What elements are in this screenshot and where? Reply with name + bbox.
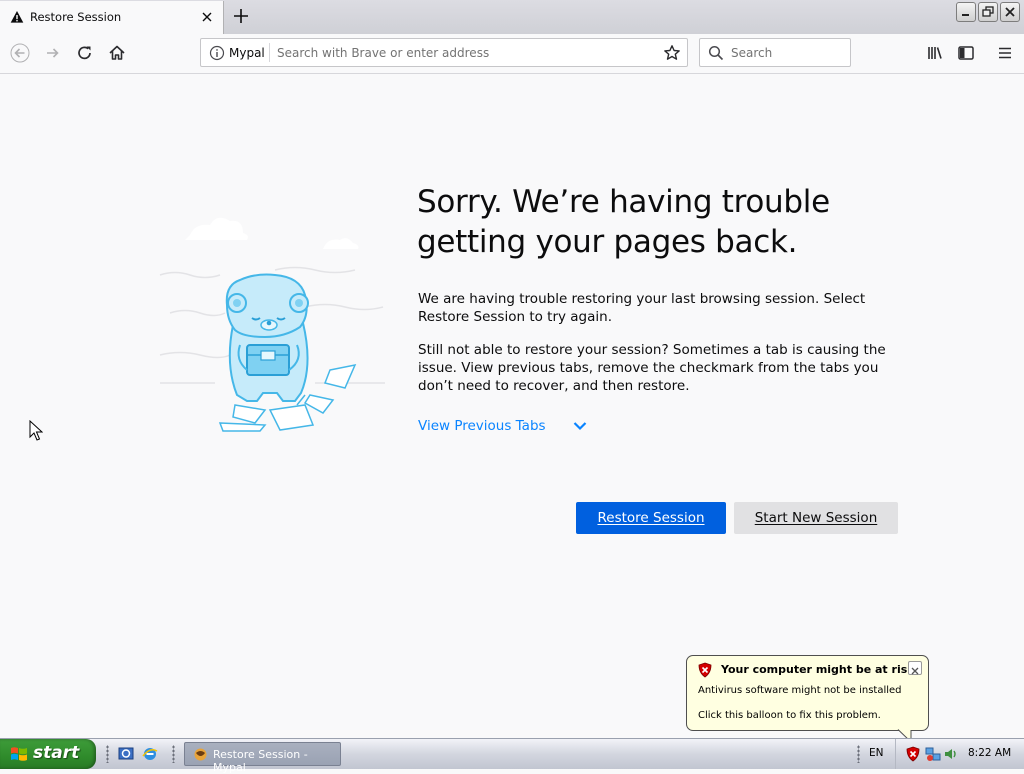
search-input[interactable] bbox=[731, 44, 841, 61]
sidebar-icon[interactable] bbox=[956, 43, 976, 63]
url-bar-divider bbox=[269, 43, 270, 62]
menu-icon[interactable] bbox=[995, 43, 1015, 63]
chevron-down-icon bbox=[573, 422, 586, 431]
balloon-close-button[interactable] bbox=[908, 661, 922, 675]
system-clock[interactable]: 8:22 AM bbox=[968, 747, 1011, 759]
quick-launch-grip[interactable] bbox=[106, 745, 109, 763]
balloon-title: Your computer might be at risk bbox=[721, 663, 915, 676]
taskbar-window-label: Restore Session - Mypal bbox=[213, 748, 308, 774]
tray-grip bbox=[857, 745, 860, 763]
page-title: Sorry. We’re having trouble getting your… bbox=[417, 182, 907, 262]
tab-restore-session[interactable]: Restore Session bbox=[0, 1, 224, 34]
bear-illustration bbox=[159, 217, 385, 432]
ie-icon[interactable] bbox=[141, 745, 159, 763]
close-icon[interactable] bbox=[199, 9, 215, 25]
restore-window-icon bbox=[982, 6, 994, 17]
start-new-session-label: Start New Session bbox=[754, 510, 878, 526]
show-desktop-icon[interactable] bbox=[117, 745, 135, 763]
restore-window-button[interactable] bbox=[978, 2, 998, 22]
new-tab-icon[interactable] bbox=[230, 5, 252, 27]
taskbar-window-button[interactable]: Restore Session - Mypal bbox=[184, 742, 341, 774]
bookmark-star-icon[interactable] bbox=[663, 44, 681, 62]
help-paragraph: Still not able to restore your session? … bbox=[418, 342, 886, 394]
start-label: start bbox=[33, 743, 80, 763]
page-title-line-2: getting your pages back. bbox=[417, 224, 798, 260]
windows-flag-icon bbox=[11, 747, 27, 761]
restore-session-label: Restore Session bbox=[597, 510, 705, 526]
library-icon[interactable] bbox=[925, 43, 945, 63]
security-balloon[interactable]: Your computer might be at risk Antivirus… bbox=[686, 655, 929, 731]
search-bar[interactable] bbox=[699, 38, 851, 67]
close-icon bbox=[911, 667, 919, 675]
tab-title: Restore Session bbox=[30, 10, 122, 24]
reload-icon[interactable] bbox=[75, 43, 95, 63]
minimize-button[interactable] bbox=[956, 2, 976, 22]
network-icon[interactable] bbox=[925, 746, 941, 762]
warning-icon bbox=[10, 11, 24, 23]
navigation-toolbar: Mypal bbox=[0, 34, 1024, 74]
search-icon bbox=[708, 45, 724, 61]
security-center-icon[interactable] bbox=[905, 746, 921, 762]
back-icon[interactable] bbox=[10, 43, 30, 63]
mouse-cursor-icon bbox=[29, 420, 43, 441]
info-icon[interactable] bbox=[209, 45, 225, 61]
description-paragraph: We are having trouble restoring your las… bbox=[418, 291, 866, 325]
volume-icon[interactable] bbox=[943, 746, 959, 762]
home-icon[interactable] bbox=[107, 43, 127, 63]
start-button[interactable]: start bbox=[0, 739, 96, 769]
tab-strip: Restore Session bbox=[0, 0, 1024, 35]
mypal-app-icon bbox=[194, 748, 207, 761]
url-bar[interactable]: Mypal bbox=[200, 38, 688, 67]
shield-icon bbox=[698, 662, 712, 678]
view-previous-tabs-link[interactable]: View Previous Tabs bbox=[418, 416, 588, 436]
view-previous-tabs-label: View Previous Tabs bbox=[418, 418, 546, 434]
forward-icon[interactable] bbox=[43, 43, 63, 63]
system-tray: 8:22 AM bbox=[895, 739, 1024, 769]
close-window-button[interactable] bbox=[1000, 2, 1020, 22]
balloon-action-text: Click this balloon to fix this problem. bbox=[698, 710, 881, 721]
restore-session-button[interactable]: Restore Session bbox=[576, 502, 726, 534]
taskbar: start Restore Session - Mypal EN 8:22 AM bbox=[0, 738, 1024, 774]
task-area-grip[interactable] bbox=[172, 745, 175, 763]
language-indicator[interactable]: EN bbox=[869, 747, 884, 759]
address-input[interactable] bbox=[277, 43, 657, 62]
page-title-line-1: Sorry. We’re having trouble bbox=[417, 184, 830, 220]
close-window-icon bbox=[1005, 7, 1015, 17]
start-new-session-button[interactable]: Start New Session bbox=[734, 502, 898, 534]
site-identity-label[interactable]: Mypal bbox=[229, 46, 265, 60]
balloon-message: Antivirus software might not be installe… bbox=[698, 685, 902, 696]
minimize-icon bbox=[962, 14, 969, 16]
window-controls bbox=[956, 2, 1020, 23]
